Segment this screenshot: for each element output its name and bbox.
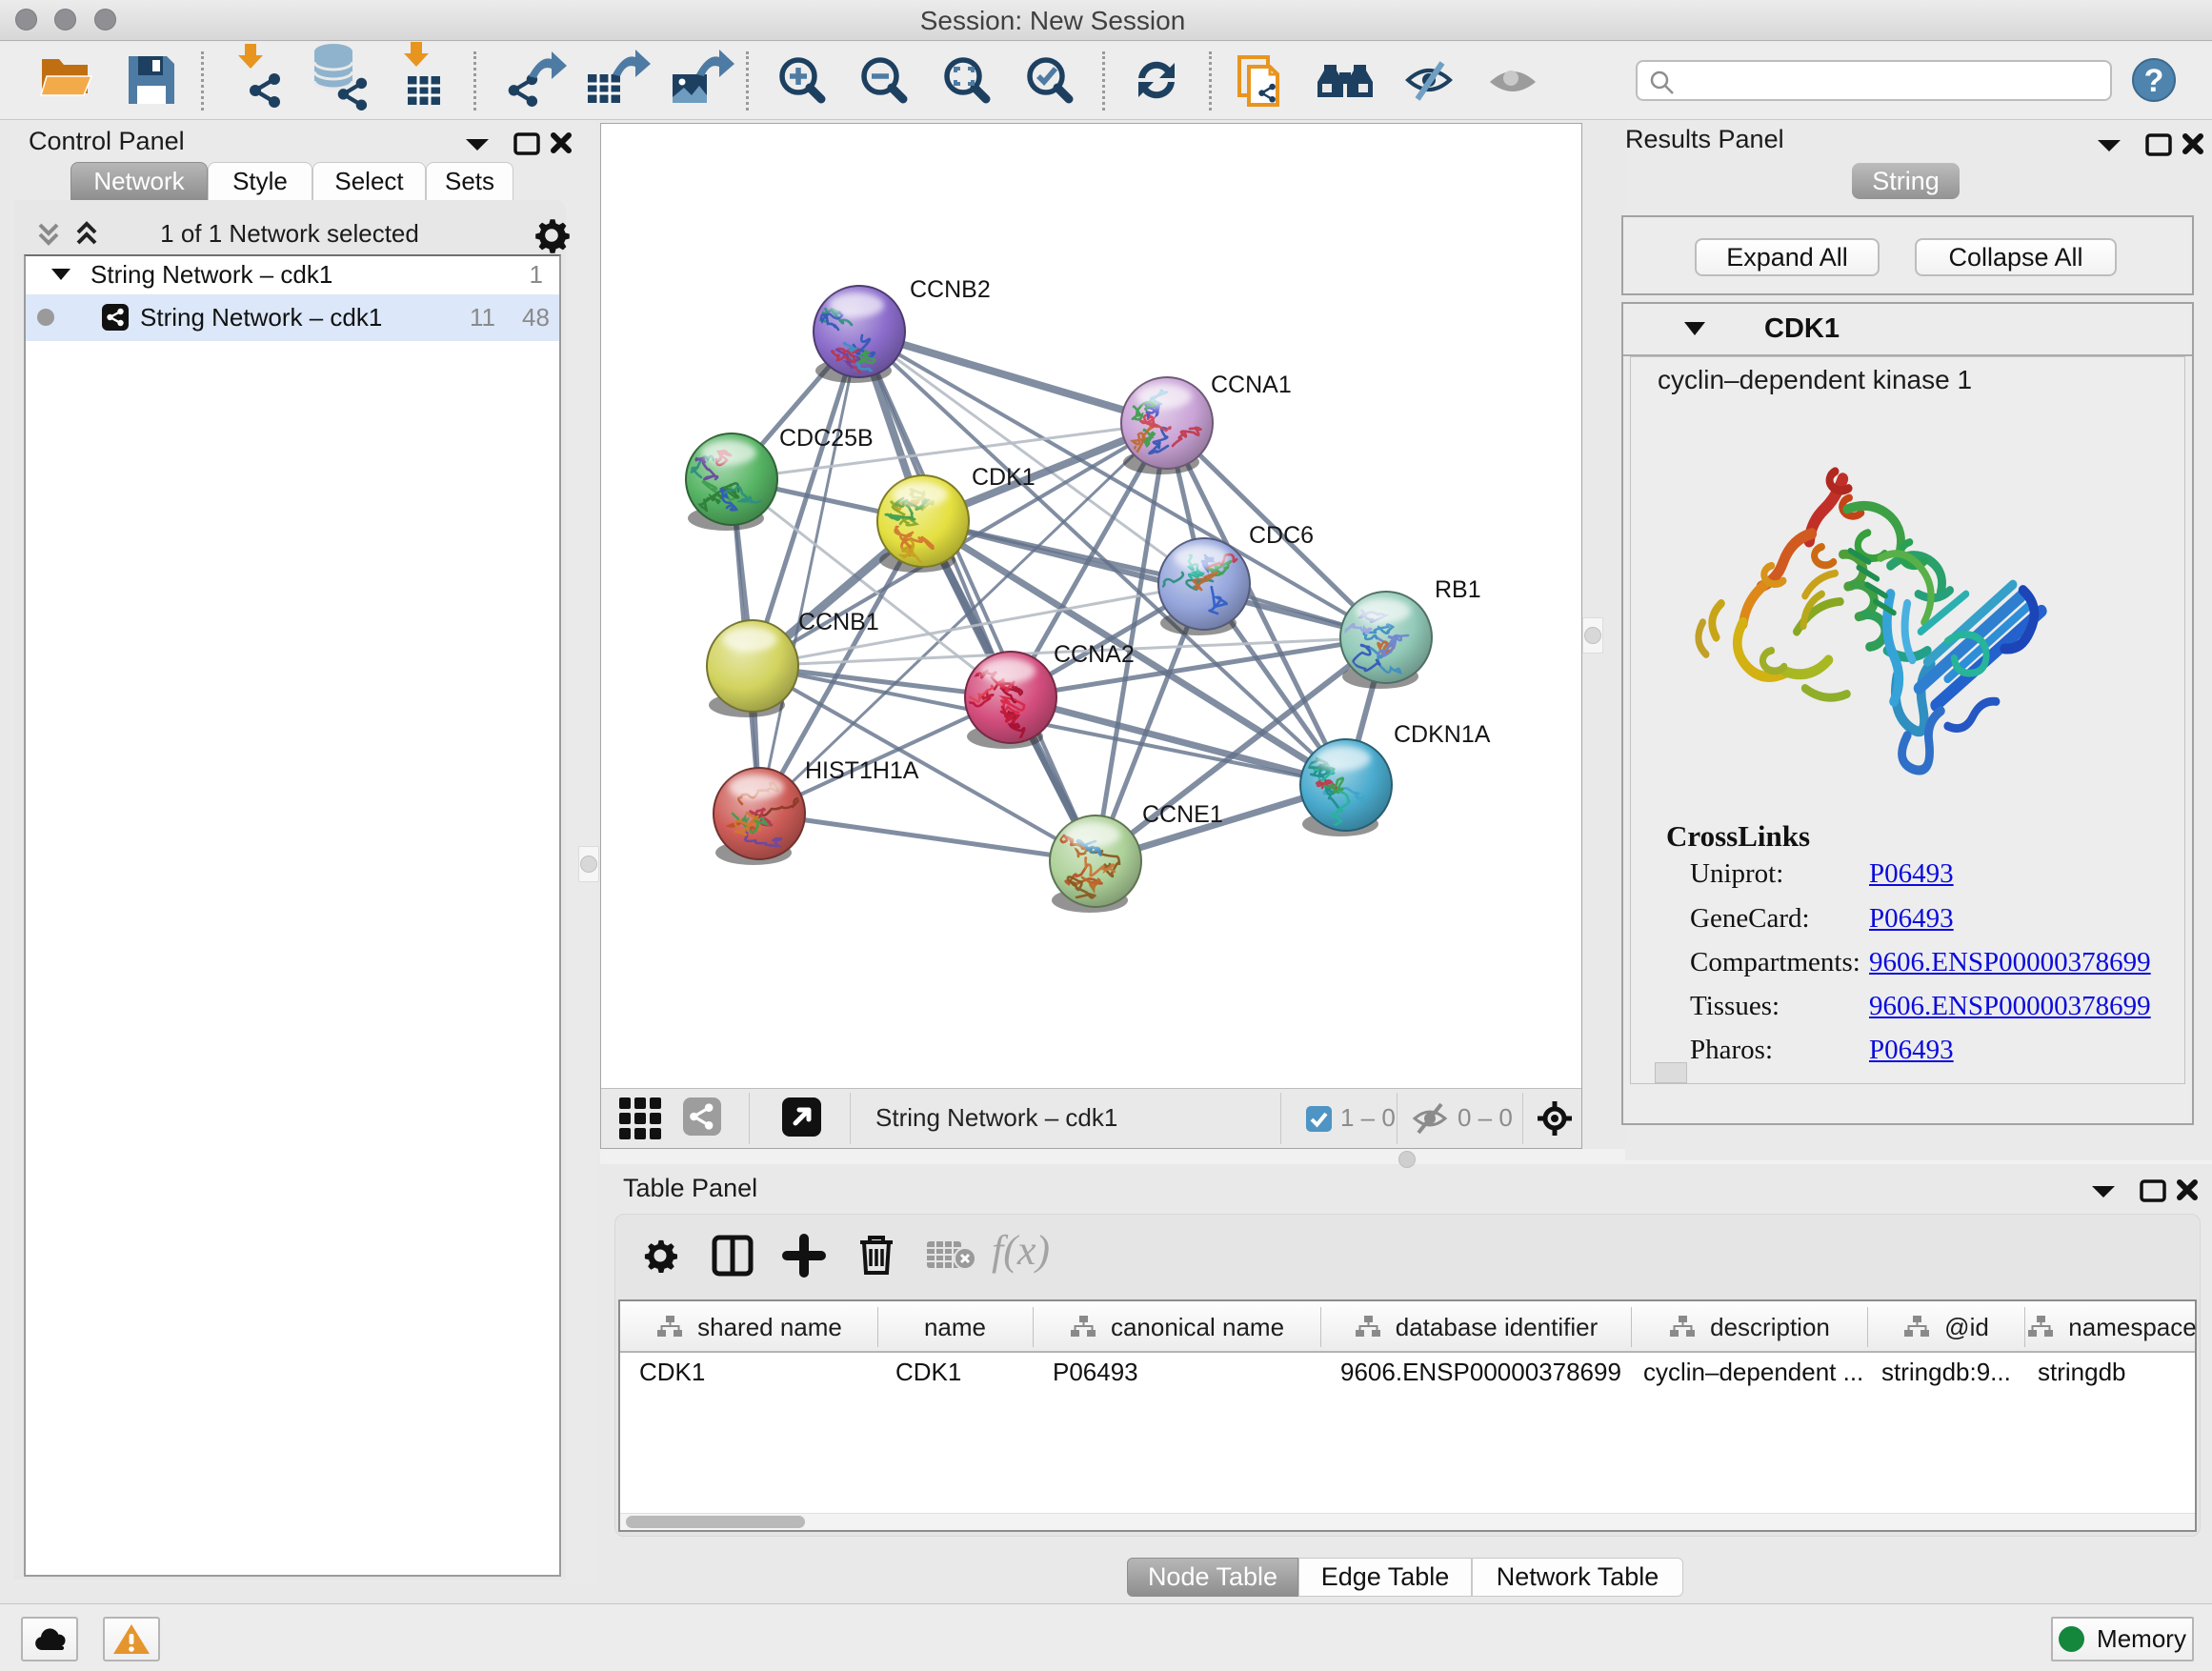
svg-text:?: ? — [2144, 63, 2164, 99]
svg-text:CCNB1: CCNB1 — [798, 609, 879, 635]
svg-text:CCNB2: CCNB2 — [910, 276, 991, 303]
svg-text:HIST1H1A: HIST1H1A — [805, 757, 919, 784]
svg-text:CCNA2: CCNA2 — [1054, 641, 1135, 668]
svg-text:CCNA1: CCNA1 — [1211, 372, 1292, 398]
svg-text:CCNE1: CCNE1 — [1142, 801, 1223, 828]
svg-text:CDKN1A: CDKN1A — [1394, 721, 1491, 748]
svg-text:RB1: RB1 — [1435, 576, 1481, 603]
svg-text:CDK1: CDK1 — [972, 464, 1036, 491]
svg-text:CDC6: CDC6 — [1249, 522, 1314, 549]
svg-text:CDC25B: CDC25B — [779, 425, 874, 452]
